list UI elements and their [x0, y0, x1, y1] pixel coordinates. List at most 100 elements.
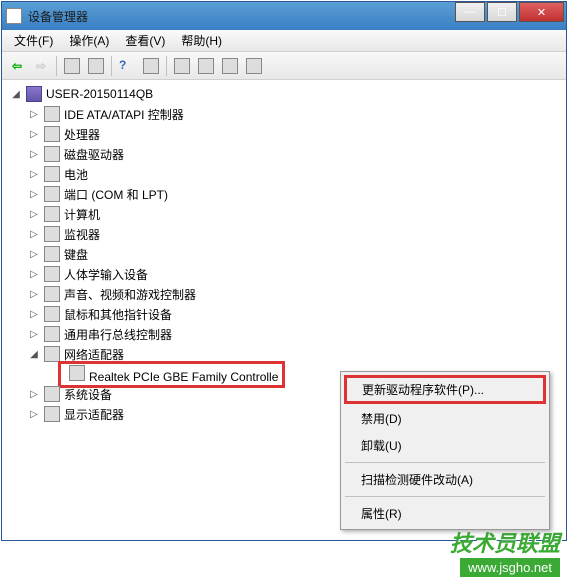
back-button[interactable]: ⇦ — [6, 55, 28, 77]
close-button[interactable]: ✕ — [519, 2, 564, 22]
selected-device[interactable]: Realtek PCIe GBE Family Controlle — [58, 361, 285, 388]
window-controls: — ☐ ✕ — [455, 2, 564, 22]
ctx-scan[interactable]: 扫描检测硬件改动(A) — [343, 466, 547, 493]
tree-node[interactable]: ▷ 声音、视频和游戏控制器 — [6, 284, 562, 304]
device-category-icon — [44, 406, 60, 422]
maximize-button[interactable]: ☐ — [487, 2, 517, 22]
expander-icon[interactable]: ▷ — [28, 228, 40, 240]
tree-node[interactable]: ▷通用串行总线控制器 — [6, 324, 562, 344]
ctx-disable[interactable]: 禁用(D) — [343, 405, 547, 432]
toolbar-separator — [166, 56, 167, 76]
tree-node[interactable]: ▷ 端口 (COM 和 LPT) — [6, 184, 562, 204]
node-label: 声音、视频和游戏控制器 — [64, 286, 196, 303]
ctx-separator — [345, 462, 545, 463]
context-menu: 更新驱动程序软件(P)... 禁用(D) 卸载(U) 扫描检测硬件改动(A) 属… — [340, 371, 550, 530]
expander-icon[interactable]: ▷ — [28, 208, 40, 220]
list-icon — [64, 58, 80, 74]
expander-icon[interactable]: ◢ — [10, 88, 22, 100]
node-label: 键盘 — [64, 246, 88, 263]
tree-node[interactable]: ▷ 磁盘驱动器 — [6, 144, 562, 164]
device-category-icon — [44, 306, 60, 322]
device-category-icon — [44, 186, 60, 202]
app-icon — [6, 8, 22, 24]
arrow-right-icon: ⇨ — [36, 59, 46, 73]
node-label: IDE ATA/ATAPI 控制器 — [64, 106, 184, 123]
update-button[interactable] — [171, 55, 193, 77]
update-icon — [174, 58, 190, 74]
expander-icon[interactable]: ▷ — [28, 188, 40, 200]
disable-button[interactable] — [243, 55, 265, 77]
disable-icon — [246, 58, 262, 74]
computer-icon — [26, 86, 42, 102]
expander-icon[interactable]: ▷ — [28, 248, 40, 260]
device-category-icon — [44, 146, 60, 162]
uninstall-button[interactable] — [219, 55, 241, 77]
expander-icon[interactable]: ▷ — [28, 328, 40, 340]
node-label: 人体学输入设备 — [64, 266, 148, 283]
help-icon: ? — [119, 58, 135, 74]
device-category-icon — [44, 286, 60, 302]
tree-root[interactable]: ◢ USER-20150114QB — [6, 84, 562, 104]
tree-node[interactable]: ▷ IDE ATA/ATAPI 控制器 — [6, 104, 562, 124]
toolbar-separator — [111, 56, 112, 76]
tree-node[interactable]: ▷ 人体学输入设备 — [6, 264, 562, 284]
expander-icon[interactable]: ▷ — [28, 388, 40, 400]
device-category-icon — [44, 326, 60, 342]
ctx-separator — [345, 496, 545, 497]
device-category-icon — [44, 226, 60, 242]
detail-icon — [88, 58, 104, 74]
expander-icon[interactable]: ▷ — [28, 408, 40, 420]
expander-icon[interactable]: ▷ — [28, 268, 40, 280]
menu-help[interactable]: 帮助(H) — [173, 30, 230, 51]
device-category-icon — [44, 206, 60, 222]
node-label: 电池 — [64, 166, 88, 183]
expander-icon[interactable]: ▷ — [28, 308, 40, 320]
tree-node[interactable]: ▷ 处理器 — [6, 124, 562, 144]
minimize-button[interactable]: — — [455, 2, 485, 22]
ctx-update-driver[interactable]: 更新驱动程序软件(P)... — [344, 375, 546, 404]
node-label: 磁盘驱动器 — [64, 146, 124, 163]
scan-button[interactable] — [195, 55, 217, 77]
tree-node[interactable]: ▷ 计算机 — [6, 204, 562, 224]
arrow-left-icon: ⇦ — [12, 59, 22, 73]
expander-icon[interactable]: ▷ — [28, 108, 40, 120]
watermark-url: www.jsgho.net — [460, 558, 560, 577]
tree-node[interactable]: ▷ 电池 — [6, 164, 562, 184]
properties-icon — [143, 58, 159, 74]
expander-icon[interactable]: ▷ — [28, 128, 40, 140]
uninstall-icon — [222, 58, 238, 74]
device-category-icon — [44, 266, 60, 282]
tree-node[interactable]: ▷鼠标和其他指针设备 — [6, 304, 562, 324]
menu-action[interactable]: 操作(A) — [61, 30, 117, 51]
device-category-icon — [44, 126, 60, 142]
view-list-button[interactable] — [61, 55, 83, 77]
node-label: 显示适配器 — [64, 406, 124, 423]
expander-icon[interactable]: ▷ — [28, 148, 40, 160]
ctx-uninstall[interactable]: 卸载(U) — [343, 432, 547, 459]
device-category-icon — [44, 246, 60, 262]
tree-node[interactable]: ▷ 监视器 — [6, 224, 562, 244]
watermark-text: 技术员联盟 — [450, 526, 560, 558]
expander-icon[interactable]: ◢ — [28, 348, 40, 360]
menu-file[interactable]: 文件(F) — [6, 30, 61, 51]
node-label: 处理器 — [64, 126, 100, 143]
node-label: 监视器 — [64, 226, 100, 243]
help-button[interactable]: ? — [116, 55, 138, 77]
expander-icon[interactable]: ▷ — [28, 288, 40, 300]
node-label: 系统设备 — [64, 386, 112, 403]
watermark: 技术员联盟 www.jsgho.net — [450, 526, 560, 577]
root-label: USER-20150114QB — [46, 87, 153, 101]
view-detail-button[interactable] — [85, 55, 107, 77]
ctx-properties[interactable]: 属性(R) — [343, 500, 547, 527]
menu-view[interactable]: 查看(V) — [117, 30, 173, 51]
expander-icon[interactable]: ▷ — [28, 168, 40, 180]
forward-button[interactable]: ⇨ — [30, 55, 52, 77]
node-label: 端口 (COM 和 LPT) — [64, 186, 168, 203]
properties-button[interactable] — [140, 55, 162, 77]
tree-node[interactable]: ▷ 键盘 — [6, 244, 562, 264]
toolbar: ⇦ ⇨ ? — [2, 52, 566, 80]
node-label: 计算机 — [64, 206, 100, 223]
device-category-icon — [44, 106, 60, 122]
device-category-icon — [44, 166, 60, 182]
menubar: 文件(F) 操作(A) 查看(V) 帮助(H) — [2, 30, 566, 52]
